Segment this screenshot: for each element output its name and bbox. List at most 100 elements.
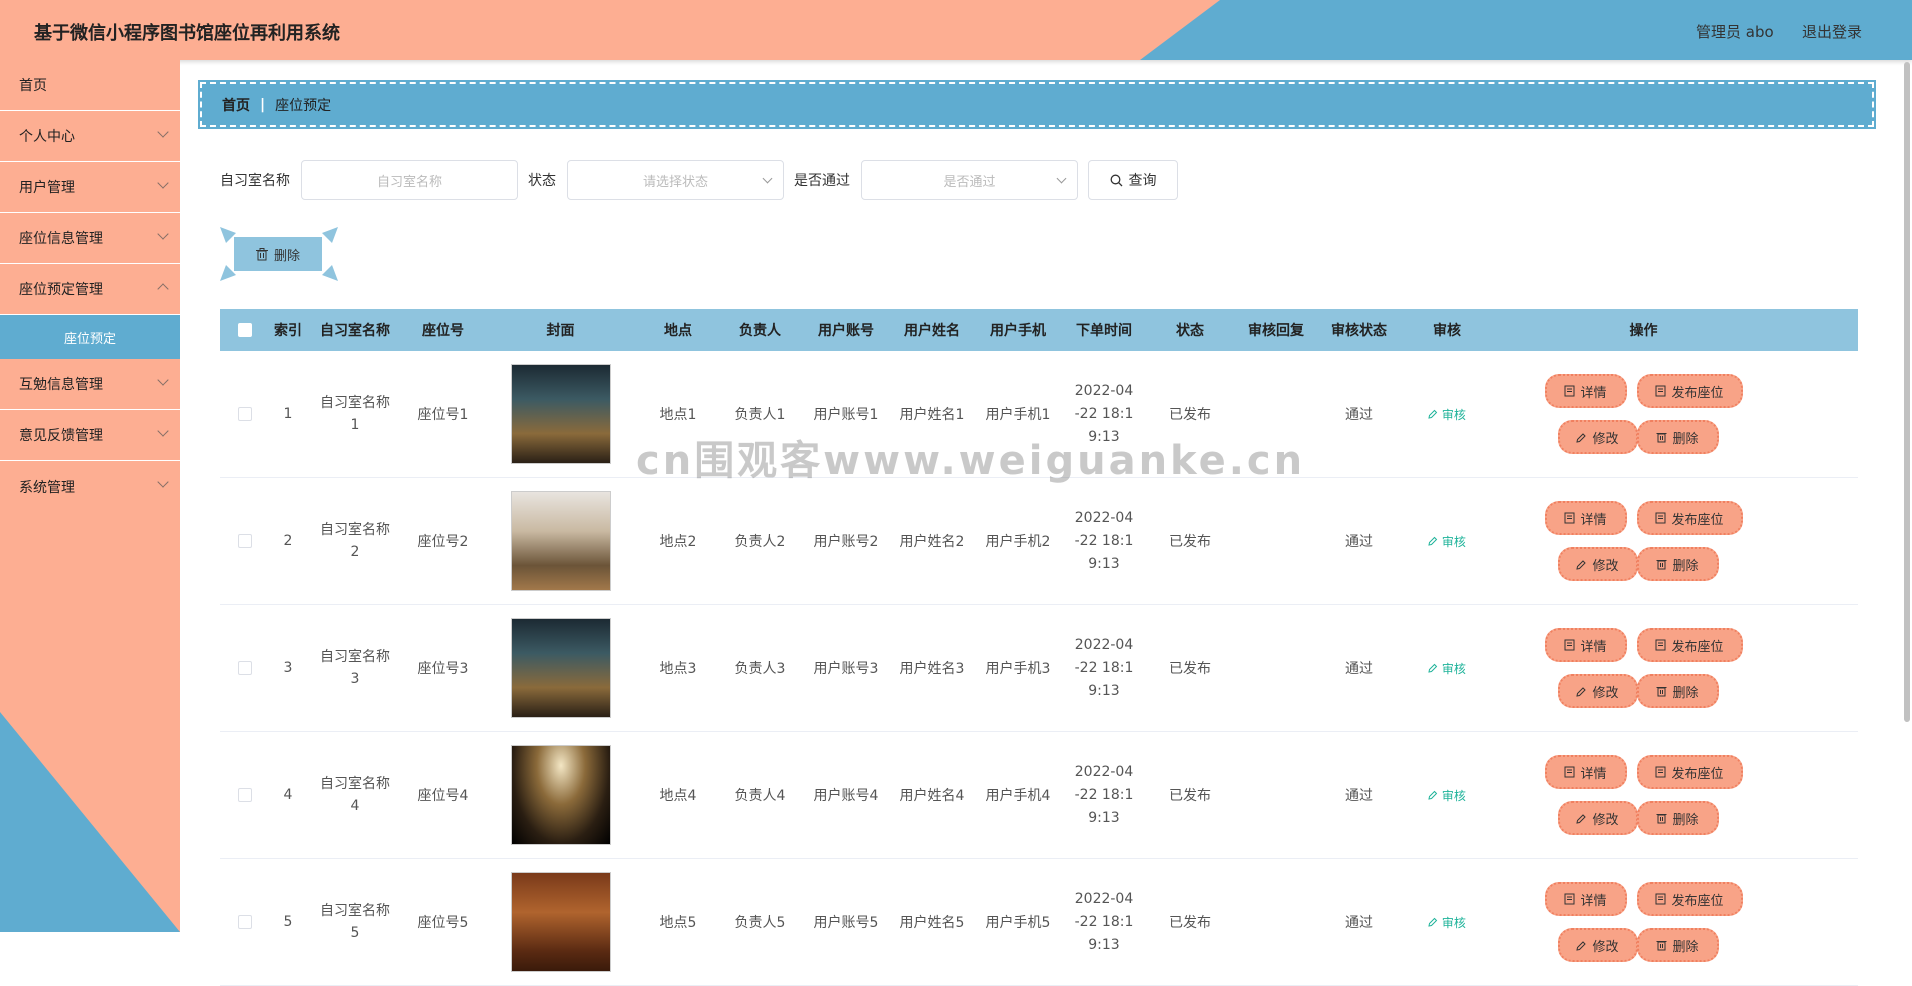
document-icon <box>1655 893 1666 905</box>
cell-order-time: 2022-04-22 18:19:13 <box>1074 890 1134 953</box>
pass-label: 是否通过 <box>794 173 850 189</box>
audit-link[interactable]: 审核 <box>1428 916 1466 930</box>
row-checkbox[interactable] <box>238 788 252 802</box>
cell-room: 自习室名称2 <box>320 522 390 560</box>
cell-audit-status: 通过 <box>1345 407 1373 423</box>
batch-delete-decoration <box>220 227 338 281</box>
app-title: 基于微信小程序图书馆座位再利用系统 <box>34 23 340 44</box>
document-icon <box>1564 512 1575 524</box>
sidebar-item-feedback[interactable]: 意见反馈管理 <box>0 410 180 461</box>
delete-button[interactable]: 删除 <box>1636 547 1719 581</box>
detail-button[interactable]: 详情 <box>1544 882 1627 916</box>
row-checkbox[interactable] <box>238 661 252 675</box>
document-icon <box>1655 639 1666 651</box>
col-seat: 座位号 <box>422 323 464 339</box>
sidebar-item-encourage[interactable]: 互勉信息管理 <box>0 359 180 410</box>
room-name-input[interactable]: 自习室名称 <box>301 160 518 200</box>
cell-order-time: 2022-04-22 18:19:13 <box>1074 763 1134 826</box>
cell-account: 用户账号4 <box>813 788 879 804</box>
table-row: 2 自习室名称2 座位号2 地点2 负责人2 用户账号2 用户姓名2 用户手机2… <box>220 478 1858 605</box>
delete-button[interactable]: 删除 <box>1636 928 1719 962</box>
publish-seat-button[interactable]: 发布座位 <box>1636 882 1743 916</box>
cell-order-time: 2022-04-22 18:19:13 <box>1074 636 1134 699</box>
edit-button[interactable]: 修改 <box>1557 928 1638 962</box>
row-checkbox[interactable] <box>238 534 252 548</box>
edit-icon <box>1428 536 1438 546</box>
cell-user-name: 用户姓名2 <box>899 534 965 550</box>
cell-phone: 用户手机2 <box>985 534 1051 550</box>
sidebar-decoration <box>0 712 180 932</box>
audit-link[interactable]: 审核 <box>1428 662 1466 676</box>
cell-seat: 座位号4 <box>417 788 469 804</box>
chevron-down-icon <box>1056 173 1067 184</box>
watermark: cn围观客www.weiguanke.cn <box>636 438 1306 484</box>
status-select[interactable]: 请选择状态 <box>567 160 784 200</box>
sidebar-item-home[interactable]: 首页 <box>0 60 180 111</box>
sidebar-item-seat-info[interactable]: 座位信息管理 <box>0 213 180 264</box>
delete-button[interactable]: 删除 <box>1636 420 1719 454</box>
chevron-down-icon <box>157 126 169 138</box>
detail-button[interactable]: 详情 <box>1544 755 1627 789</box>
edit-button[interactable]: 修改 <box>1557 801 1638 835</box>
detail-button[interactable]: 详情 <box>1544 501 1627 535</box>
trash-icon <box>1656 560 1667 570</box>
edit-icon <box>1428 917 1438 927</box>
cell-user-name: 用户姓名5 <box>899 915 965 931</box>
publish-seat-button[interactable]: 发布座位 <box>1636 628 1743 662</box>
breadcrumb-home[interactable]: 首页 <box>222 95 250 115</box>
audit-link[interactable]: 审核 <box>1428 535 1466 549</box>
document-icon <box>1564 766 1575 778</box>
delete-button[interactable]: 删除 <box>1636 674 1719 708</box>
cell-place: 地点5 <box>659 915 697 931</box>
col-name: 用户姓名 <box>904 323 960 339</box>
audit-link[interactable]: 审核 <box>1428 789 1466 803</box>
table-row: 5 自习室名称5 座位号5 地点5 负责人5 用户账号5 用户姓名5 用户手机5… <box>220 859 1858 986</box>
chevron-down-icon <box>157 228 169 240</box>
cell-status: 已发布 <box>1169 407 1211 423</box>
row-checkbox[interactable] <box>238 407 252 421</box>
col-reply: 审核回复 <box>1248 323 1304 339</box>
cell-index: 2 <box>283 533 293 549</box>
row-checkbox[interactable] <box>238 915 252 929</box>
sidebar-subitem-seat-booking[interactable]: 座位预定 <box>0 315 180 359</box>
booking-table: 索引 自习室名称 座位号 封面 地点 负责人 用户账号 用户姓名 用户手机 下单… <box>220 309 1858 986</box>
detail-button[interactable]: 详情 <box>1544 374 1627 408</box>
edit-button[interactable]: 修改 <box>1557 420 1638 454</box>
pass-select[interactable]: 是否通过 <box>861 160 1078 200</box>
sidebar-item-seat-booking-mgmt[interactable]: 座位预定管理 <box>0 264 180 315</box>
sidebar-item-profile[interactable]: 个人中心 <box>0 111 180 162</box>
edit-icon <box>1576 940 1587 951</box>
cell-room: 自习室名称1 <box>320 395 390 433</box>
col-index: 索引 <box>274 323 302 339</box>
room-name-label: 自习室名称 <box>220 173 290 189</box>
edit-icon <box>1576 432 1587 443</box>
delete-button[interactable]: 删除 <box>1636 801 1719 835</box>
edit-button[interactable]: 修改 <box>1557 547 1638 581</box>
document-icon <box>1655 385 1666 397</box>
detail-button[interactable]: 详情 <box>1544 628 1627 662</box>
vertical-scrollbar[interactable] <box>1904 62 1910 722</box>
query-button[interactable]: 查询 <box>1088 160 1178 200</box>
cell-audit-status: 通过 <box>1345 534 1373 550</box>
cell-owner: 负责人3 <box>734 661 786 677</box>
select-all-checkbox[interactable] <box>238 323 252 337</box>
col-status: 状态 <box>1176 323 1204 339</box>
logout-link[interactable]: 退出登录 <box>1802 21 1862 42</box>
edit-icon <box>1576 559 1587 570</box>
col-audit-status: 审核状态 <box>1331 323 1387 339</box>
sidebar-item-system[interactable]: 系统管理 <box>0 461 180 512</box>
document-icon <box>1655 766 1666 778</box>
col-phone: 用户手机 <box>990 323 1046 339</box>
publish-seat-button[interactable]: 发布座位 <box>1636 374 1743 408</box>
col-audit: 审核 <box>1433 323 1461 339</box>
cell-owner: 负责人1 <box>734 407 786 423</box>
publish-seat-button[interactable]: 发布座位 <box>1636 501 1743 535</box>
sidebar-item-users[interactable]: 用户管理 <box>0 162 180 213</box>
table-row: 4 自习室名称4 座位号4 地点4 负责人4 用户账号4 用户姓名4 用户手机4… <box>220 732 1858 859</box>
edit-button[interactable]: 修改 <box>1557 674 1638 708</box>
publish-seat-button[interactable]: 发布座位 <box>1636 755 1743 789</box>
table-row: 3 自习室名称3 座位号3 地点3 负责人3 用户账号3 用户姓名3 用户手机3… <box>220 605 1858 732</box>
audit-link[interactable]: 审核 <box>1428 408 1466 422</box>
cell-seat: 座位号3 <box>417 661 469 677</box>
cell-user-name: 用户姓名1 <box>899 407 965 423</box>
